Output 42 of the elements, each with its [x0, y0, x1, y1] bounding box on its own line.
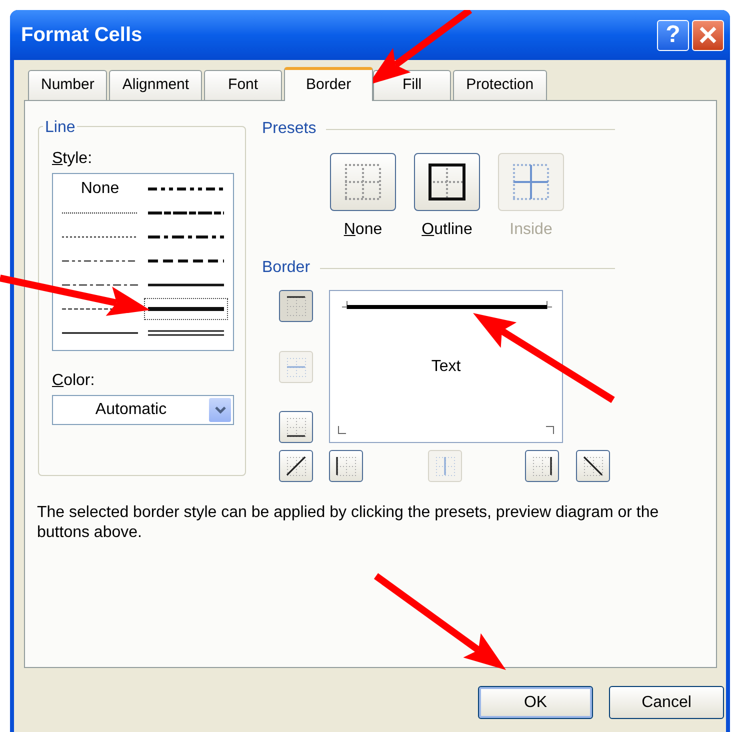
cancel-button[interactable]: Cancel: [609, 686, 724, 719]
color-dropdown[interactable]: Automatic: [52, 395, 234, 425]
tab[interactable]: Protection: [453, 70, 547, 100]
color-label: Color:: [52, 371, 96, 391]
ok-button[interactable]: OK: [478, 686, 593, 719]
border-preview[interactable]: Text: [329, 290, 563, 443]
dropdown-value: Automatic: [94, 400, 168, 420]
preset-label: None: [344, 220, 382, 240]
outline-border-icon: [427, 162, 467, 202]
tab[interactable]: Alignment: [109, 70, 202, 100]
diagonal-border-icon: [582, 455, 604, 477]
border-toggle-button[interactable]: [576, 450, 610, 482]
style-label: Style:: [52, 149, 94, 169]
inside-border-icon: [511, 162, 551, 202]
border-toggle-button[interactable]: [279, 450, 313, 482]
preview-text: Text: [431, 356, 461, 376]
border-toggle-button[interactable]: [525, 450, 559, 482]
border-toggle-button[interactable]: [329, 450, 363, 482]
preset-button[interactable]: [414, 153, 480, 211]
line-style-option[interactable]: [144, 298, 228, 320]
line-style-none-option[interactable]: None: [58, 178, 142, 200]
dropdown-button[interactable]: [209, 398, 231, 422]
section-title: Border: [262, 258, 310, 278]
window-title: Format Cells: [21, 23, 144, 48]
line-pattern-icon: [148, 328, 224, 338]
tab[interactable]: Border: [284, 67, 374, 101]
tab[interactable]: Font: [204, 70, 282, 100]
corner-mark-icon: [546, 426, 554, 434]
close-icon: [699, 26, 717, 44]
line-pattern-icon: [148, 304, 224, 314]
close-button[interactable]: [692, 20, 724, 50]
preset-label: Inside: [510, 220, 552, 240]
no-border-icon: [343, 162, 383, 202]
corner-mark-icon: [338, 426, 346, 434]
diagonal-border-icon: [285, 455, 307, 477]
tab[interactable]: Number: [28, 70, 108, 100]
preset-label: Outline: [422, 220, 472, 240]
description-text: The selected border style can be applied by clicking the presets, preview diagram or the buttons above.: [37, 503, 660, 543]
border-toggle-button[interactable]: [279, 290, 313, 322]
border-toggle-button[interactable]: [279, 411, 313, 443]
chevron-down-icon: [214, 406, 226, 414]
section-title: Presets: [262, 119, 316, 139]
